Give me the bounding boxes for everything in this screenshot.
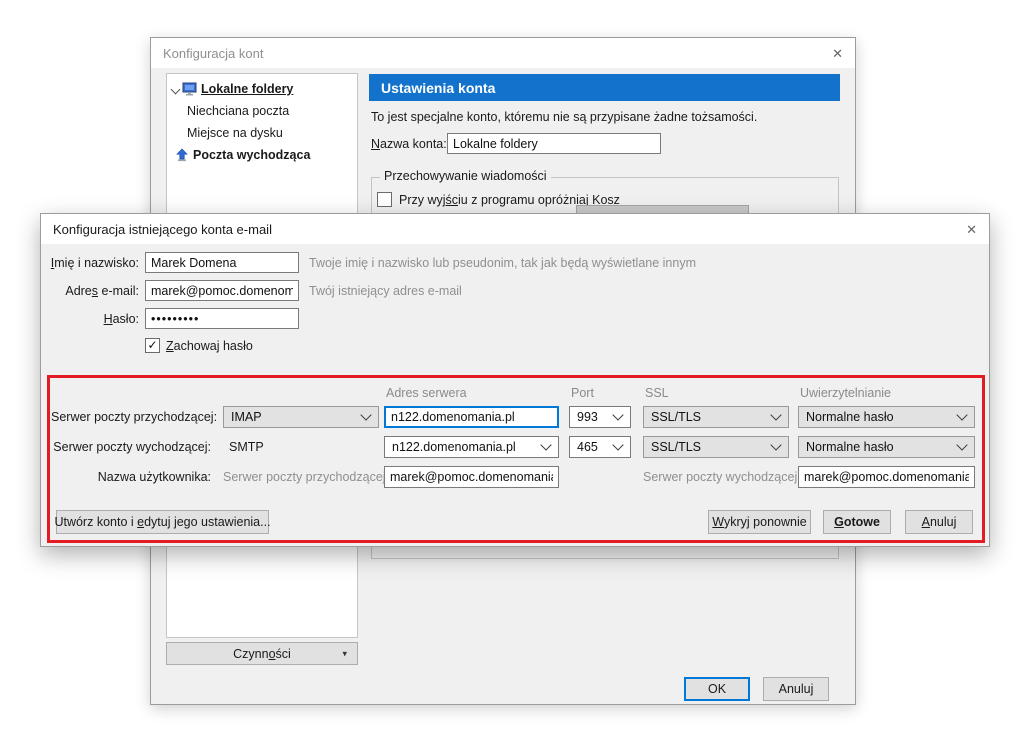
outgoing-ssl-select[interactable]: SSL/TLS xyxy=(643,436,789,458)
server-address-header: Adres serwera xyxy=(386,386,467,400)
special-account-description: To jest specjalne konto, któremu nie są … xyxy=(371,110,757,124)
close-icon[interactable]: ✕ xyxy=(966,223,977,236)
username-incoming-label: Serwer poczty przychodzącej: xyxy=(223,470,379,484)
account-name-input[interactable] xyxy=(447,133,661,154)
message-storage-legend: Przechowywanie wiadomości xyxy=(380,169,551,183)
chevron-down-icon xyxy=(956,409,967,420)
sidebar-item-label: Lokalne foldery xyxy=(201,82,293,96)
actions-button[interactable]: Czynności ▾ xyxy=(166,642,358,665)
email-hint: Twój istniejący adres e-mail xyxy=(309,284,462,298)
sidebar-item-label: Niechciana poczta xyxy=(187,104,289,118)
password-input[interactable] xyxy=(145,308,299,329)
empty-trash-checkbox[interactable] xyxy=(377,192,392,207)
username-incoming-input[interactable] xyxy=(384,466,559,488)
full-name-input[interactable] xyxy=(145,252,299,273)
cancel-button[interactable]: Anuluj xyxy=(763,677,829,701)
create-account-button[interactable]: Utwórz konto i edytuj jego ustawienia... xyxy=(56,510,269,534)
outgoing-port-combo[interactable]: 465 xyxy=(569,436,631,458)
incoming-server-input[interactable] xyxy=(384,406,559,428)
remember-password-label: Zachowaj hasło xyxy=(166,339,253,353)
full-name-label: Imię i nazwisko: xyxy=(49,256,139,270)
dialog-cancel-button[interactable]: Anuluj xyxy=(905,510,973,534)
sidebar-item-label: Miejsce na dysku xyxy=(187,126,283,140)
caret-down-icon: ▾ xyxy=(342,648,347,659)
password-label: Hasło: xyxy=(49,312,139,326)
window-title: Konfiguracja kont xyxy=(163,46,263,61)
ssl-header: SSL xyxy=(645,386,669,400)
email-setup-titlebar: Konfiguracja istniejącego konta e-mail ✕ xyxy=(41,214,989,244)
email-input[interactable] xyxy=(145,280,299,301)
incoming-ssl-select[interactable]: SSL/TLS xyxy=(643,406,789,428)
outgoing-row-label: Serwer poczty wychodzącej: xyxy=(51,440,211,454)
dialog-title: Konfiguracja istniejącego konta e-mail xyxy=(53,222,272,237)
outgoing-server-combo[interactable]: n122.domenomania.pl xyxy=(384,436,559,458)
chevron-down-icon xyxy=(360,409,371,420)
outgoing-mail-icon xyxy=(175,148,189,162)
incoming-row-label: Serwer poczty przychodzącej: xyxy=(51,410,211,424)
sidebar-item-label: Poczta wychodząca xyxy=(193,148,310,162)
auth-header: Uwierzytelnianie xyxy=(800,386,891,400)
chevron-down-icon xyxy=(770,439,781,450)
sidebar-item-miejsce-na-dysku[interactable]: Miejsce na dysku xyxy=(167,122,357,144)
chevron-down-icon xyxy=(770,409,781,420)
outgoing-auth-select[interactable]: Normalne hasło xyxy=(798,436,975,458)
done-button[interactable]: Gotowe xyxy=(823,510,891,534)
full-name-hint: Twoje imię i nazwisko lub pseudonim, tak… xyxy=(309,256,696,270)
chevron-down-icon xyxy=(540,439,551,450)
close-icon[interactable]: ✕ xyxy=(832,47,843,60)
incoming-port-combo[interactable]: 993 xyxy=(569,406,631,428)
outgoing-protocol-text: SMTP xyxy=(229,440,264,454)
email-label: Adres e-mail: xyxy=(49,284,139,298)
username-row-label: Nazwa użytkownika: xyxy=(51,470,211,484)
username-outgoing-input[interactable] xyxy=(798,466,975,488)
desktop: Konfiguracja kont ✕ Lokalne foldery Niec xyxy=(0,0,1024,737)
chevron-down-icon xyxy=(956,439,967,450)
remember-password-checkbox[interactable]: ✓ xyxy=(145,338,160,353)
redetect-button[interactable]: Wykryj ponownie xyxy=(708,510,811,534)
account-settings-titlebar: Konfiguracja kont ✕ xyxy=(151,38,855,68)
email-setup-dialog: Konfiguracja istniejącego konta e-mail ✕… xyxy=(40,213,990,547)
account-name-label: Nazwa konta: xyxy=(371,137,447,151)
tree-expander-icon[interactable] xyxy=(171,85,181,95)
account-settings-header: Ustawienia konta xyxy=(369,74,840,101)
check-icon: ✓ xyxy=(147,338,157,352)
sidebar-item-poczta-wychodzaca[interactable]: Poczta wychodząca xyxy=(167,144,357,166)
computer-icon xyxy=(182,82,197,96)
username-outgoing-label: Serwer poczty wychodzącej: xyxy=(643,470,789,484)
port-header: Port xyxy=(571,386,594,400)
ok-button[interactable]: OK xyxy=(684,677,750,701)
sidebar-item-lokalne-foldery[interactable]: Lokalne foldery xyxy=(167,78,357,100)
chevron-down-icon xyxy=(612,439,623,450)
incoming-protocol-select[interactable]: IMAP xyxy=(223,406,379,428)
chevron-down-icon xyxy=(612,409,623,420)
incoming-auth-select[interactable]: Normalne hasło xyxy=(798,406,975,428)
sidebar-item-niechciana-poczta[interactable]: Niechciana poczta xyxy=(167,100,357,122)
